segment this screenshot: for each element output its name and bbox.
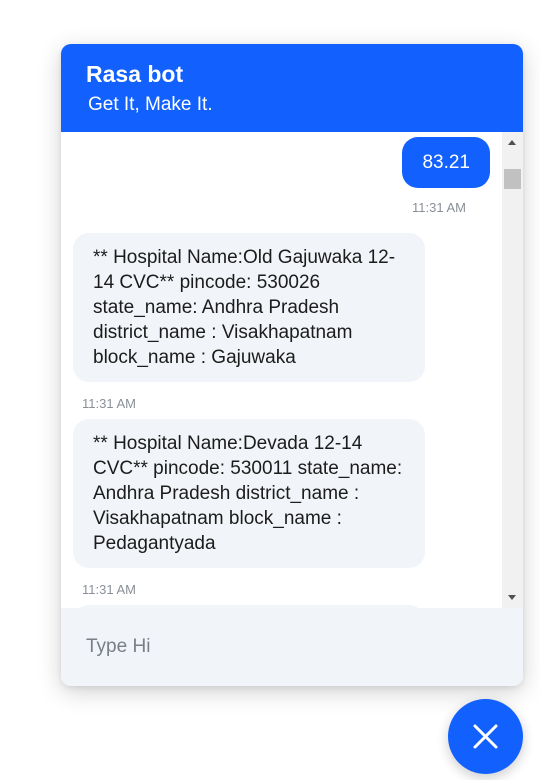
bot-title: Rasa bot xyxy=(86,61,184,87)
close-chat-button[interactable] xyxy=(448,699,523,774)
chat-header: Rasa bot Get It, Make It. xyxy=(61,44,523,132)
message-scrollbar[interactable] xyxy=(502,132,523,608)
scrollbar-thumb[interactable] xyxy=(504,169,521,189)
message-timestamp: 11:31 AM xyxy=(412,200,466,215)
bot-subtitle: Get It, Make It. xyxy=(88,94,213,115)
scroll-down-arrow-icon[interactable] xyxy=(508,595,516,600)
user-message: 83.21 xyxy=(402,137,490,188)
message-list[interactable]: 83.21 11:31 AM ** Hospital Name:Old Gaju… xyxy=(61,132,502,608)
message-timestamp: 11:31 AM xyxy=(82,396,136,411)
close-icon xyxy=(473,724,498,749)
bot-message: ** Hospital Name:Devada 12-14 CVC** pinc… xyxy=(73,419,425,568)
message-input[interactable] xyxy=(86,630,486,664)
scroll-up-arrow-icon[interactable] xyxy=(508,140,516,145)
message-timestamp: 11:31 AM xyxy=(82,582,136,597)
composer xyxy=(61,608,523,686)
bot-message: ** Hospital Name:Old Gajuwaka 12-14 CVC*… xyxy=(73,233,425,382)
chat-widget: Rasa bot Get It, Make It. 83.21 11:31 AM… xyxy=(61,44,523,686)
